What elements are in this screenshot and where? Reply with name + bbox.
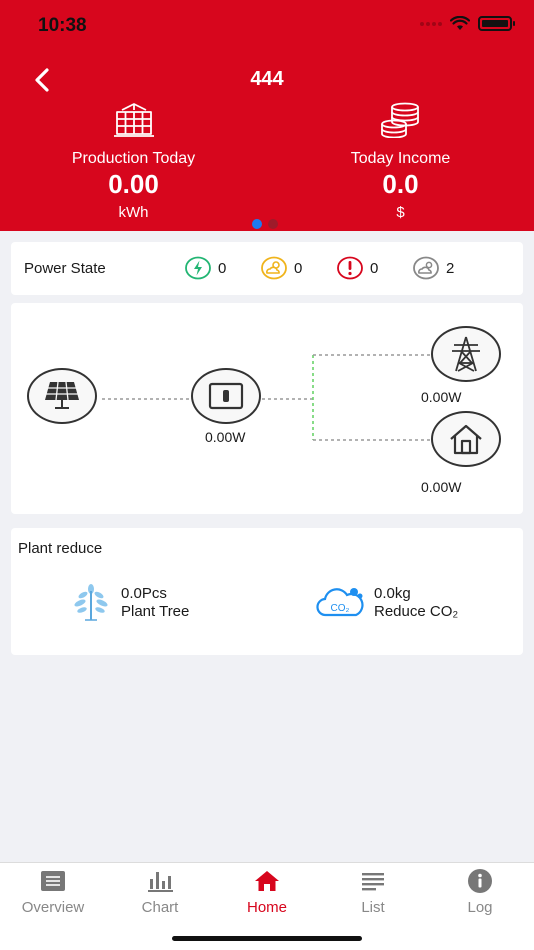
grid-node[interactable] — [431, 326, 501, 382]
battery-icon — [478, 16, 515, 31]
chart-icon — [148, 872, 173, 892]
plant-tree-value: 0.0Pcs — [121, 585, 167, 602]
tab-home[interactable]: Home — [214, 867, 320, 916]
production-today-unit: kWh — [118, 204, 149, 221]
overview-icon — [41, 871, 65, 891]
today-income-unit: $ — [396, 204, 405, 221]
plant-tree-label: Plant Tree — [121, 603, 190, 620]
home-indicator — [172, 936, 362, 941]
inverter-power: 0.00W — [205, 429, 246, 445]
production-today-stat[interactable]: Production Today 0.00 kWh — [0, 102, 267, 221]
house-icon — [450, 424, 482, 455]
load-node[interactable] — [431, 411, 501, 467]
page-indicator[interactable] — [252, 219, 278, 229]
tab-overview-label: Overview — [21, 899, 85, 916]
list-icon — [362, 873, 384, 891]
today-income-value: 0.0 — [382, 169, 419, 199]
normal-status[interactable]: 0 — [185, 256, 226, 280]
tab-chart[interactable]: Chart — [107, 867, 213, 916]
inverter-icon — [208, 382, 244, 410]
tab-list[interactable]: List — [320, 867, 426, 916]
solar-array-icon — [45, 381, 79, 409]
status-icons — [420, 16, 515, 31]
status-time: 10:38 — [38, 15, 87, 36]
wifi-icon — [450, 16, 470, 30]
alert-icon — [337, 256, 363, 280]
today-income-label: Today Income — [350, 150, 451, 167]
sun-cloud-icon — [261, 256, 287, 280]
normal-count: 0 — [218, 259, 227, 277]
waiting-status[interactable]: 0 — [261, 256, 302, 280]
power-tower-icon — [452, 336, 480, 372]
today-income-stat[interactable]: Today Income 0.0 $ — [267, 102, 534, 221]
inverter-node[interactable] — [191, 368, 261, 424]
page-dot-active[interactable] — [252, 219, 262, 229]
home-icon — [255, 871, 279, 891]
svg-text:CO₂: CO₂ — [331, 603, 350, 614]
solar-panel-icon — [113, 103, 154, 137]
tab-overview[interactable]: Overview — [0, 867, 106, 916]
fault-count: 0 — [370, 259, 379, 277]
plant-tree-item: 0.0Pcs Plant Tree — [71, 583, 189, 623]
production-today-value: 0.00 — [108, 169, 159, 199]
tab-log[interactable]: Log — [427, 867, 533, 916]
page-dot-inactive[interactable] — [268, 219, 278, 229]
page-title: 444 — [250, 68, 284, 90]
plant-reduce-title: Plant reduce — [18, 540, 103, 557]
tab-log-label: Log — [467, 899, 493, 916]
header: 10:38 444 Production Today 0.00 kWh Toda… — [0, 0, 534, 231]
offline-status[interactable]: 2 — [413, 256, 454, 280]
tab-list-label: List — [361, 899, 385, 916]
lightning-icon — [185, 256, 211, 280]
reduce-co2-label: Reduce CO₂ — [374, 603, 459, 620]
power-state-card: Power State 0 0 0 2 — [11, 242, 523, 295]
tree-icon — [74, 584, 108, 621]
waiting-count: 0 — [294, 259, 303, 277]
coins-icon — [380, 102, 419, 138]
offline-count: 2 — [446, 259, 455, 277]
load-power: 0.00W — [421, 479, 462, 495]
solar-node[interactable] — [27, 368, 97, 424]
tab-chart-label: Chart — [141, 899, 179, 916]
power-state-label: Power State — [24, 260, 106, 277]
offline-cloud-icon — [413, 256, 439, 280]
co2-cloud-icon: CO₂ — [316, 588, 364, 617]
info-icon — [468, 869, 492, 893]
cellular-signal-icon — [420, 21, 442, 26]
fault-status[interactable]: 0 — [337, 256, 378, 280]
tab-home-label: Home — [246, 899, 287, 916]
grid-power: 0.00W — [421, 389, 462, 405]
plant-reduce-card: Plant reduce 0.0Pcs Plant Tree CO₂ 0.0kg… — [11, 528, 523, 655]
energy-flow-card: 0.00W 0.00W 0.00W — [11, 303, 523, 514]
reduce-co2-item: CO₂ 0.0kg Reduce CO₂ — [316, 583, 458, 623]
reduce-co2-value: 0.0kg — [374, 585, 411, 602]
production-today-label: Production Today — [71, 150, 196, 167]
